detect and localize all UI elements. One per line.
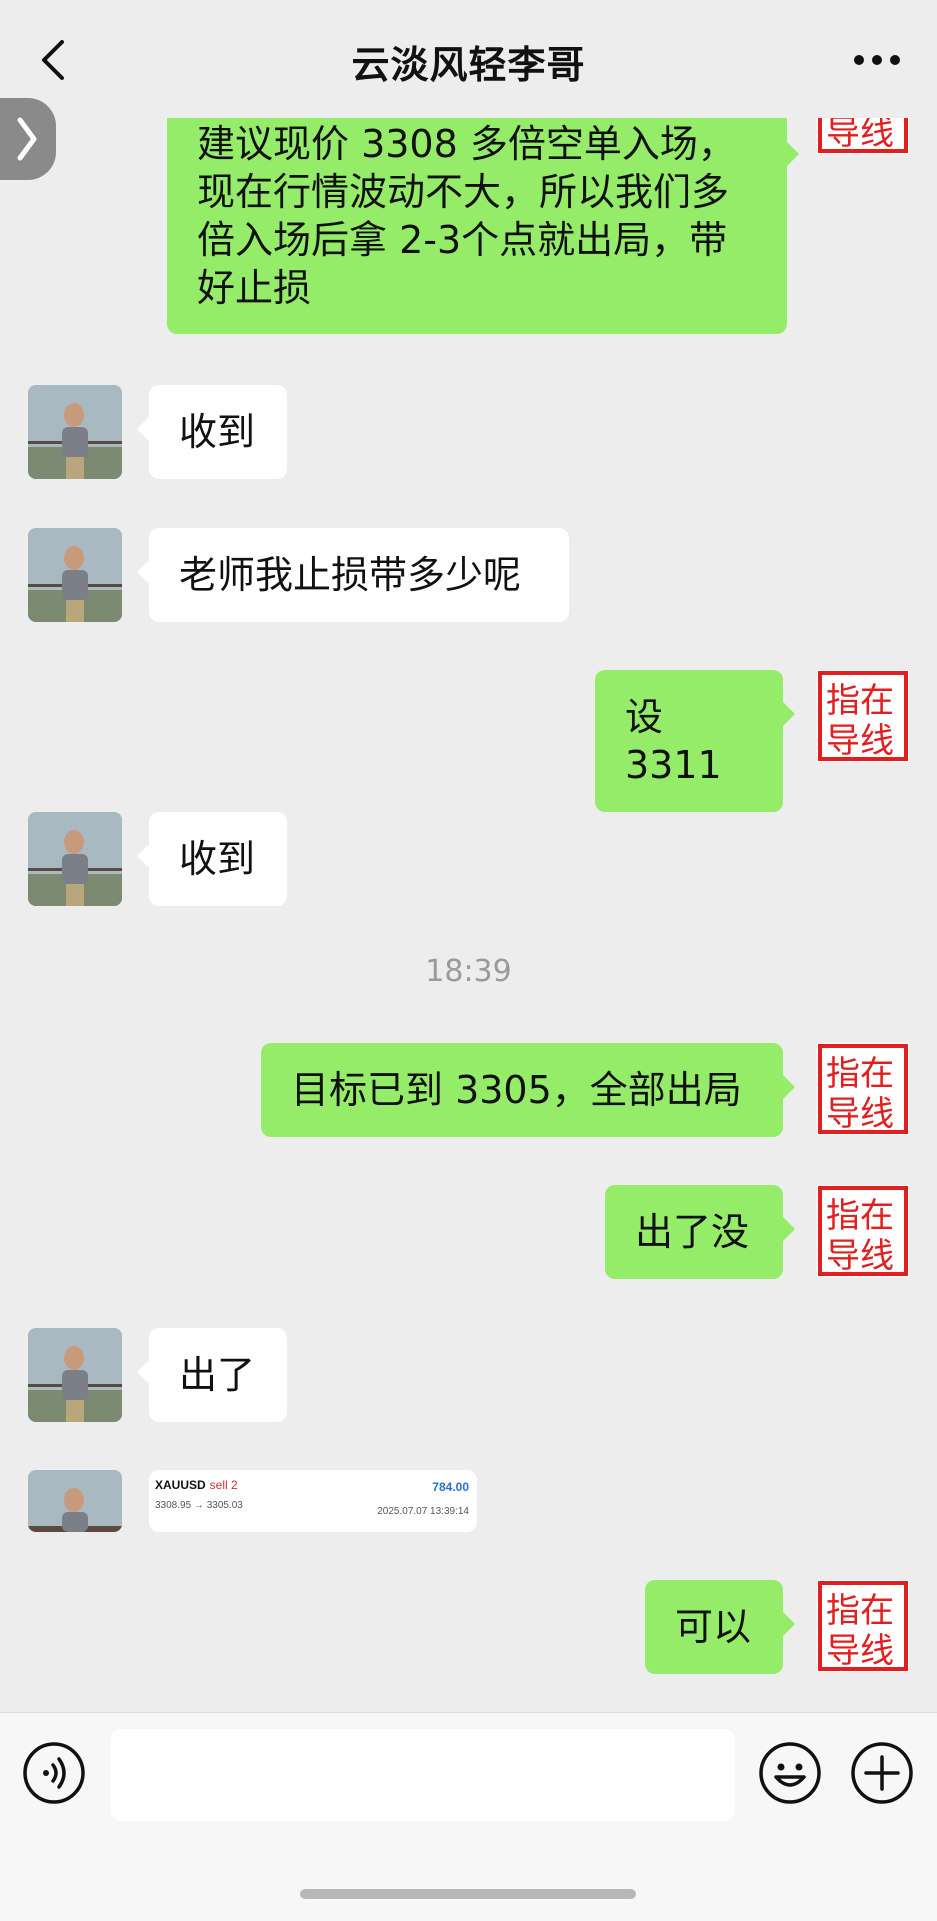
- message-bubble-out[interactable]: 目标已到 3305，全部出局: [261, 1043, 795, 1137]
- chat-title: 云淡风轻李哥: [351, 43, 586, 87]
- svg-text:导线: 导线: [826, 1236, 894, 1276]
- svg-text:导线: 导线: [826, 113, 894, 153]
- message-bubble-in[interactable]: 收到: [137, 385, 287, 479]
- timestamp: 18:39: [425, 954, 512, 989]
- stamp-avatar[interactable]: 指在 导线: [817, 670, 909, 762]
- contact-avatar[interactable]: [28, 528, 122, 622]
- message-bubble-in[interactable]: 老师我止损带多少呢: [137, 528, 569, 622]
- message-bubble-in[interactable]: 收到: [137, 812, 287, 906]
- side-expand-tab[interactable]: [0, 98, 56, 180]
- chat-header: 云淡风轻李哥: [0, 0, 937, 118]
- message-bubble-out[interactable]: 设 3311: [595, 670, 795, 812]
- message-bubble-out[interactable]: 出了没: [605, 1185, 795, 1279]
- svg-text:指在: 指在: [826, 1591, 894, 1631]
- contact-avatar[interactable]: [28, 1470, 122, 1532]
- svg-text:导线: 导线: [826, 1631, 894, 1671]
- trade-time: 2025.07.07 13:39:14: [377, 1506, 469, 1517]
- svg-text:导线: 导线: [826, 1094, 894, 1134]
- stamp-avatar[interactable]: 指在 导线: [817, 1580, 909, 1672]
- message-bubble-out[interactable]: 可以: [645, 1580, 795, 1674]
- svg-text:指在: 指在: [826, 681, 894, 721]
- message-input[interactable]: [111, 1729, 735, 1821]
- stamp-avatar[interactable]: 指在 导线: [817, 1043, 909, 1135]
- plus-icon[interactable]: [850, 1741, 914, 1805]
- trade-symbol: XAUUSD: [155, 1478, 206, 1492]
- svg-text:指在: 指在: [826, 1054, 894, 1094]
- home-indicator: [300, 1889, 636, 1899]
- trade-profit: 784.00: [432, 1480, 469, 1494]
- svg-text:指在: 指在: [826, 1196, 894, 1236]
- contact-avatar[interactable]: [28, 385, 122, 479]
- message-bubble-out[interactable]: 建议现价 3308 多倍空单入场，现在行情波动不大，所以我们多倍入场后拿 2-3…: [167, 110, 799, 334]
- contact-avatar[interactable]: [28, 1328, 122, 1422]
- more-dots-icon[interactable]: [853, 52, 901, 68]
- trade-side: sell 2: [209, 1478, 238, 1492]
- message-bubble-in[interactable]: 出了: [137, 1328, 287, 1422]
- contact-avatar[interactable]: [28, 812, 122, 906]
- input-bar: [0, 1712, 937, 1921]
- emoji-icon[interactable]: [758, 1741, 822, 1805]
- voice-icon[interactable]: [22, 1741, 86, 1805]
- chat-area[interactable]: 建议现价 3308 多倍空单入场，现在行情波动不大，所以我们多倍入场后拿 2-3…: [0, 0, 937, 1712]
- svg-text:导线: 导线: [826, 721, 894, 761]
- chevron-right-icon: [17, 117, 37, 161]
- trade-card[interactable]: XAUUSD sell 2 784.00 3308.95 → 3305.03 20…: [149, 1470, 477, 1532]
- stamp-avatar[interactable]: 指在 导线: [817, 1185, 909, 1277]
